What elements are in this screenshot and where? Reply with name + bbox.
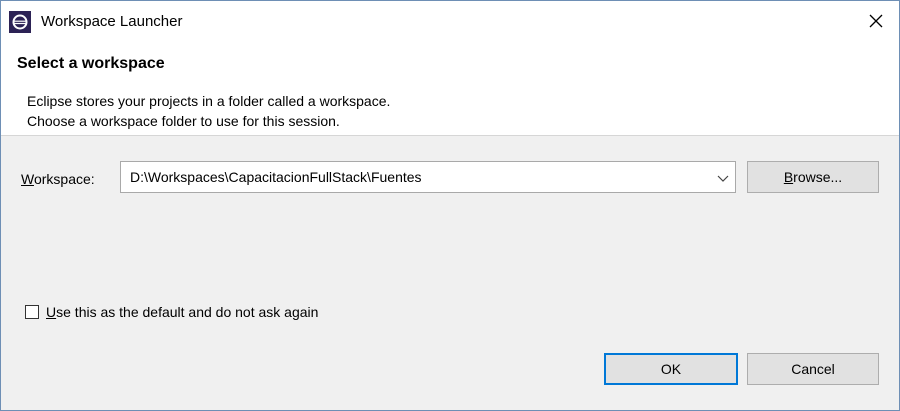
workspace-launcher-dialog: Workspace Launcher Select a workspace Ec… bbox=[0, 0, 900, 411]
description-line-1: Eclipse stores your projects in a folder… bbox=[27, 93, 391, 109]
checkbox-mnemonic: U bbox=[46, 304, 57, 320]
description-line-2: Choose a workspace folder to use for thi… bbox=[27, 113, 340, 129]
workspace-label-text: orkspace: bbox=[33, 171, 95, 187]
workspace-label: Workspace: bbox=[21, 171, 95, 187]
close-button[interactable] bbox=[863, 9, 889, 35]
ok-button[interactable]: OK bbox=[604, 353, 738, 385]
checkbox-label-text: se this as the default and do not ask ag… bbox=[56, 304, 319, 320]
browse-label: rowse... bbox=[793, 169, 843, 185]
browse-mnemonic: B bbox=[783, 169, 794, 185]
default-workspace-checkbox[interactable] bbox=[25, 305, 39, 319]
close-icon bbox=[869, 14, 883, 31]
browse-button[interactable]: Browse... bbox=[747, 161, 879, 193]
default-workspace-checkbox-label[interactable]: Use this as the default and do not ask a… bbox=[46, 304, 318, 320]
dialog-header: Select a workspace Eclipse stores your p… bbox=[1, 43, 899, 136]
page-title: Select a workspace bbox=[17, 55, 165, 72]
workspace-label-mnemonic: W bbox=[21, 171, 34, 187]
workspace-combo[interactable]: D:\Workspaces\CapacitacionFullStack\Fuen… bbox=[120, 161, 736, 193]
title-bar: Workspace Launcher bbox=[1, 1, 899, 43]
chevron-down-icon[interactable] bbox=[715, 170, 731, 186]
eclipse-icon bbox=[9, 11, 31, 33]
window-title: Workspace Launcher bbox=[41, 13, 183, 30]
cancel-button[interactable]: Cancel bbox=[747, 353, 879, 385]
header-description: Eclipse stores your projects in a folder… bbox=[27, 91, 390, 131]
workspace-path-value: D:\Workspaces\CapacitacionFullStack\Fuen… bbox=[130, 169, 422, 185]
